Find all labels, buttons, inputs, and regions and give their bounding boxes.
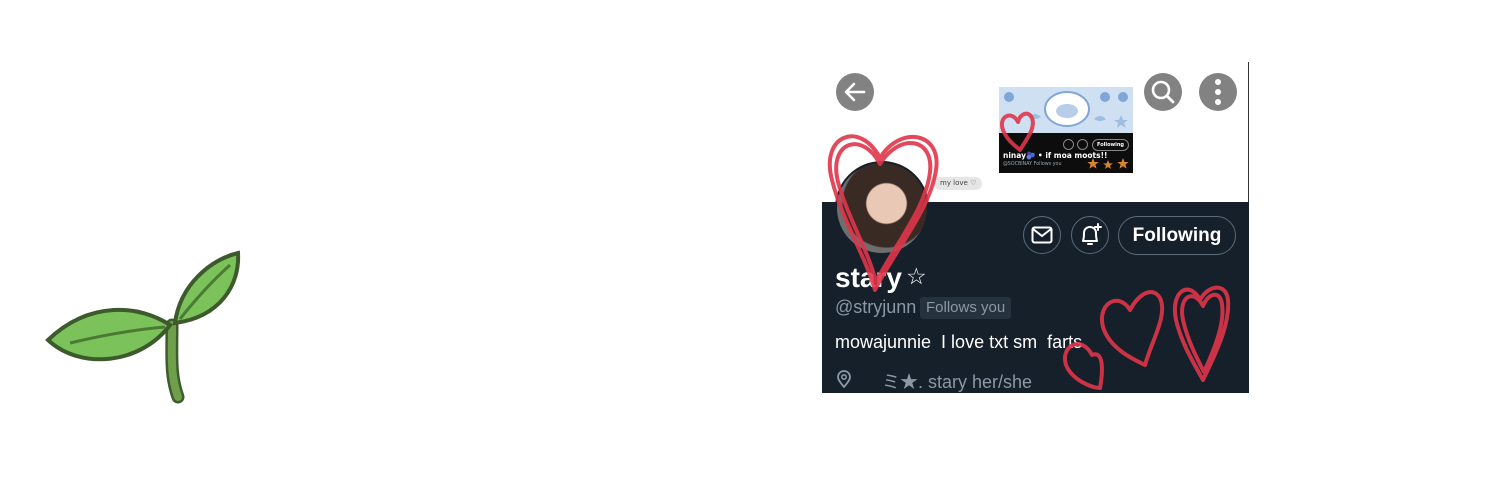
mail-icon	[1031, 226, 1053, 244]
mini-banner	[999, 87, 1133, 133]
location-pin-icon	[837, 370, 851, 388]
mini-bell-icon	[1077, 139, 1088, 150]
message-button[interactable]	[1023, 216, 1061, 254]
display-name: stary	[835, 262, 902, 293]
sprout-icon	[45, 250, 241, 404]
profile-bio: mowajunnie I love txt sm farts	[835, 332, 1083, 352]
star-stickers-icon	[1087, 158, 1129, 169]
mini-profile-screenshot: Following ninay🫐 • if moa moots!! @SOCBI…	[999, 87, 1133, 173]
follows-you-badge: Follows you	[920, 297, 1012, 319]
bell-plus-icon	[1082, 223, 1102, 245]
back-button[interactable]	[836, 73, 874, 111]
following-button[interactable]: Following	[1118, 216, 1236, 255]
more-vertical-icon	[1215, 79, 1221, 105]
my-love-tag: my love ♡	[934, 177, 983, 190]
profile-handle: @stryjunn	[835, 297, 917, 317]
mini-mail-icon	[1063, 139, 1074, 150]
cloud-mascot-icon	[1004, 91, 1128, 128]
avatar[interactable]	[835, 161, 929, 255]
notify-button[interactable]	[1071, 216, 1109, 254]
more-options-button[interactable]	[1199, 73, 1237, 111]
mini-handle: @SOCBINAY Follows you	[1003, 162, 1062, 167]
search-icon	[1151, 80, 1175, 104]
arrow-left-icon	[844, 82, 866, 102]
profile-location: ミ★. stary her/she	[882, 372, 1033, 392]
search-button[interactable]	[1144, 73, 1182, 111]
mini-following-button: Following	[1092, 139, 1129, 151]
display-name-star: ☆	[906, 264, 927, 290]
card-divider	[1248, 62, 1249, 202]
